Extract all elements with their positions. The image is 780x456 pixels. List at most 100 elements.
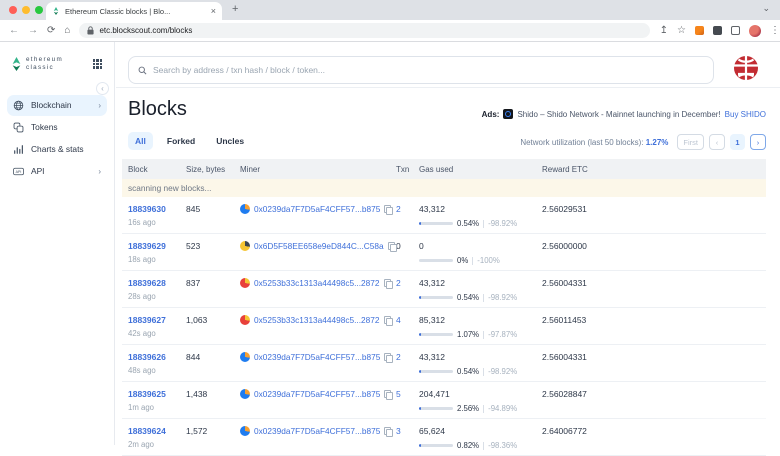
copy-icon[interactable] bbox=[388, 242, 395, 250]
column-header: Miner bbox=[240, 165, 396, 174]
copy-icon[interactable] bbox=[384, 353, 391, 361]
forward-icon[interactable]: → bbox=[28, 25, 38, 36]
txn-count[interactable]: 2 bbox=[396, 352, 401, 362]
gas-used-value: 0 bbox=[419, 241, 542, 251]
copy-icon[interactable] bbox=[384, 279, 391, 287]
miner-address-link[interactable]: 0x0239da7F7D5aF4CFF57...b875 bbox=[254, 352, 380, 362]
block-link[interactable]: 18839630 bbox=[128, 204, 186, 214]
column-header: Reward ETC bbox=[542, 165, 766, 174]
new-tab-button[interactable]: + bbox=[232, 3, 238, 15]
ethereum-classic-logo[interactable]: ethereum classic bbox=[12, 56, 63, 72]
block-size: 844 bbox=[186, 352, 240, 381]
miner-avatar bbox=[240, 241, 250, 251]
block-link[interactable]: 18839624 bbox=[128, 426, 186, 436]
buy-shido-link[interactable]: Buy SHIDO bbox=[725, 110, 766, 119]
sidebar-item-api[interactable]: APIAPI› bbox=[7, 161, 107, 182]
address-bar[interactable]: etc.blockscout.com/blocks bbox=[79, 23, 649, 38]
block-size: 845 bbox=[186, 204, 240, 233]
bookmark-star-icon[interactable]: ☆ bbox=[677, 25, 686, 36]
miner-avatar bbox=[240, 352, 250, 362]
home-icon[interactable]: ⌂ bbox=[64, 25, 70, 36]
back-icon[interactable]: ← bbox=[9, 25, 19, 36]
txn-count[interactable]: 4 bbox=[396, 315, 401, 325]
refresh-icon[interactable]: ⟳ bbox=[47, 25, 55, 36]
miner-address-link[interactable]: 0x0239da7F7D5aF4CFF57...b875 bbox=[254, 426, 380, 436]
block-age: 16s ago bbox=[128, 218, 186, 227]
table-body: 18839630 16s ago845 0x0239da7F7D5aF4CFF57.… bbox=[122, 197, 766, 456]
block-age: 28s ago bbox=[128, 292, 186, 301]
window-zoom-button[interactable] bbox=[35, 6, 43, 14]
side-panel-icon[interactable] bbox=[731, 26, 740, 35]
txn-count[interactable]: 3 bbox=[396, 426, 401, 436]
scanning-row: scanning new blocks... bbox=[122, 179, 766, 197]
tab-uncles[interactable]: Uncles bbox=[209, 132, 251, 150]
gas-used-percent: 2.56% bbox=[457, 404, 479, 413]
pagination-current-page: 1 bbox=[730, 134, 745, 150]
block-reward: 2.64006772 bbox=[542, 426, 766, 455]
extensions-puzzle-icon[interactable] bbox=[713, 26, 722, 35]
block-age: 1m ago bbox=[128, 403, 186, 412]
miner-address-link[interactable]: 0x0239da7F7D5aF4CFF57...b875 bbox=[254, 389, 380, 399]
gas-target-delta: -98.92% bbox=[488, 367, 517, 376]
block-size: 1,438 bbox=[186, 389, 240, 418]
utilization-value: 1.27% bbox=[646, 138, 669, 147]
url-text: etc.blockscout.com/blocks bbox=[99, 26, 192, 35]
utilization-pagination: Network utilization (last 50 blocks): 1.… bbox=[520, 134, 766, 150]
gas-target-delta: -98.92% bbox=[488, 219, 517, 228]
block-row: 1883962828s ago8370x5253b33c1313a44498c5… bbox=[122, 271, 766, 308]
txn-count[interactable]: 5 bbox=[396, 389, 401, 399]
pagination-first-button[interactable]: First bbox=[677, 134, 704, 150]
blockscout-app: ethereum classic ‹ Blockchain› Tokens Char… bbox=[0, 42, 780, 445]
sidebar-item-charts-stats[interactable]: Charts & stats bbox=[7, 139, 107, 160]
network-globe-icon[interactable] bbox=[733, 55, 759, 81]
browser-tab[interactable]: Ethereum Classic blocks | Blo... × bbox=[46, 2, 222, 20]
metamask-extension-icon[interactable] bbox=[695, 26, 704, 35]
share-icon[interactable]: ↥ bbox=[660, 25, 668, 36]
miner-address-link[interactable]: 0x6D5F58EE658e9eD844C...C58a bbox=[254, 241, 384, 251]
block-link[interactable]: 18839625 bbox=[128, 389, 186, 399]
search-input[interactable]: Search by address / txn hash / block / t… bbox=[128, 56, 714, 84]
txn-count[interactable]: 2 bbox=[396, 204, 401, 214]
sidebar-item-blockchain[interactable]: Blockchain› bbox=[7, 95, 107, 116]
chevron-down-icon[interactable]: ⌄ bbox=[762, 3, 770, 14]
tab-all[interactable]: All bbox=[128, 132, 153, 150]
window-close-button[interactable] bbox=[9, 6, 17, 14]
main-content: Search by address / txn hash / block / t… bbox=[116, 42, 780, 445]
miner-address-link[interactable]: 0x5253b33c1313a44498c5...2872 bbox=[254, 315, 380, 325]
column-header: Gas used bbox=[419, 165, 542, 174]
tab-forked[interactable]: Forked bbox=[160, 132, 202, 150]
pagination-next-button[interactable]: › bbox=[750, 134, 766, 150]
sidebar-item-tokens[interactable]: Tokens bbox=[7, 117, 107, 138]
ads-banner: Ads: Shido – Shido Network - Mainnet lau… bbox=[482, 109, 766, 119]
block-link[interactable]: 18839626 bbox=[128, 352, 186, 362]
search-icon bbox=[138, 66, 147, 75]
browser-profile-avatar[interactable] bbox=[749, 25, 761, 37]
pagination-prev-button[interactable]: ‹ bbox=[709, 134, 725, 150]
apps-grid-icon[interactable] bbox=[93, 59, 102, 68]
shido-ad-icon bbox=[503, 109, 513, 119]
table-header: BlockSize, bytesMinerTxnGas usedReward E… bbox=[122, 159, 766, 179]
block-link[interactable]: 18839627 bbox=[128, 315, 186, 325]
window-controls[interactable] bbox=[9, 6, 43, 14]
tab-close-icon[interactable]: × bbox=[211, 7, 216, 16]
browser-menu-icon[interactable]: ⋮ bbox=[770, 25, 780, 36]
copy-icon[interactable] bbox=[384, 390, 391, 398]
miner-address-link[interactable]: 0x0239da7F7D5aF4CFF57...b875 bbox=[254, 204, 380, 214]
block-age: 42s ago bbox=[128, 329, 186, 338]
block-row: 188396242m ago1,5720x0239da7F7D5aF4CFF57… bbox=[122, 419, 766, 456]
block-link[interactable]: 18839628 bbox=[128, 278, 186, 288]
gas-used-bar bbox=[419, 370, 453, 373]
logo-text: ethereum classic bbox=[26, 56, 63, 72]
sidebar-collapse-button[interactable]: ‹ bbox=[96, 82, 109, 95]
miner-address-link[interactable]: 0x5253b33c1313a44498c5...2872 bbox=[254, 278, 380, 288]
copy-icon[interactable] bbox=[384, 205, 391, 213]
block-link[interactable]: 18839629 bbox=[128, 241, 186, 251]
browser-tabstrip: Ethereum Classic blocks | Blo... × + ⌄ bbox=[0, 0, 780, 20]
sidebar-item-label: Tokens bbox=[31, 122, 58, 132]
window-minimize-button[interactable] bbox=[22, 6, 30, 14]
txn-count[interactable]: 2 bbox=[396, 278, 401, 288]
copy-icon[interactable] bbox=[384, 427, 391, 435]
top-header: Search by address / txn hash / block / t… bbox=[116, 42, 780, 88]
block-age: 18s ago bbox=[128, 255, 186, 264]
copy-icon[interactable] bbox=[384, 316, 391, 324]
